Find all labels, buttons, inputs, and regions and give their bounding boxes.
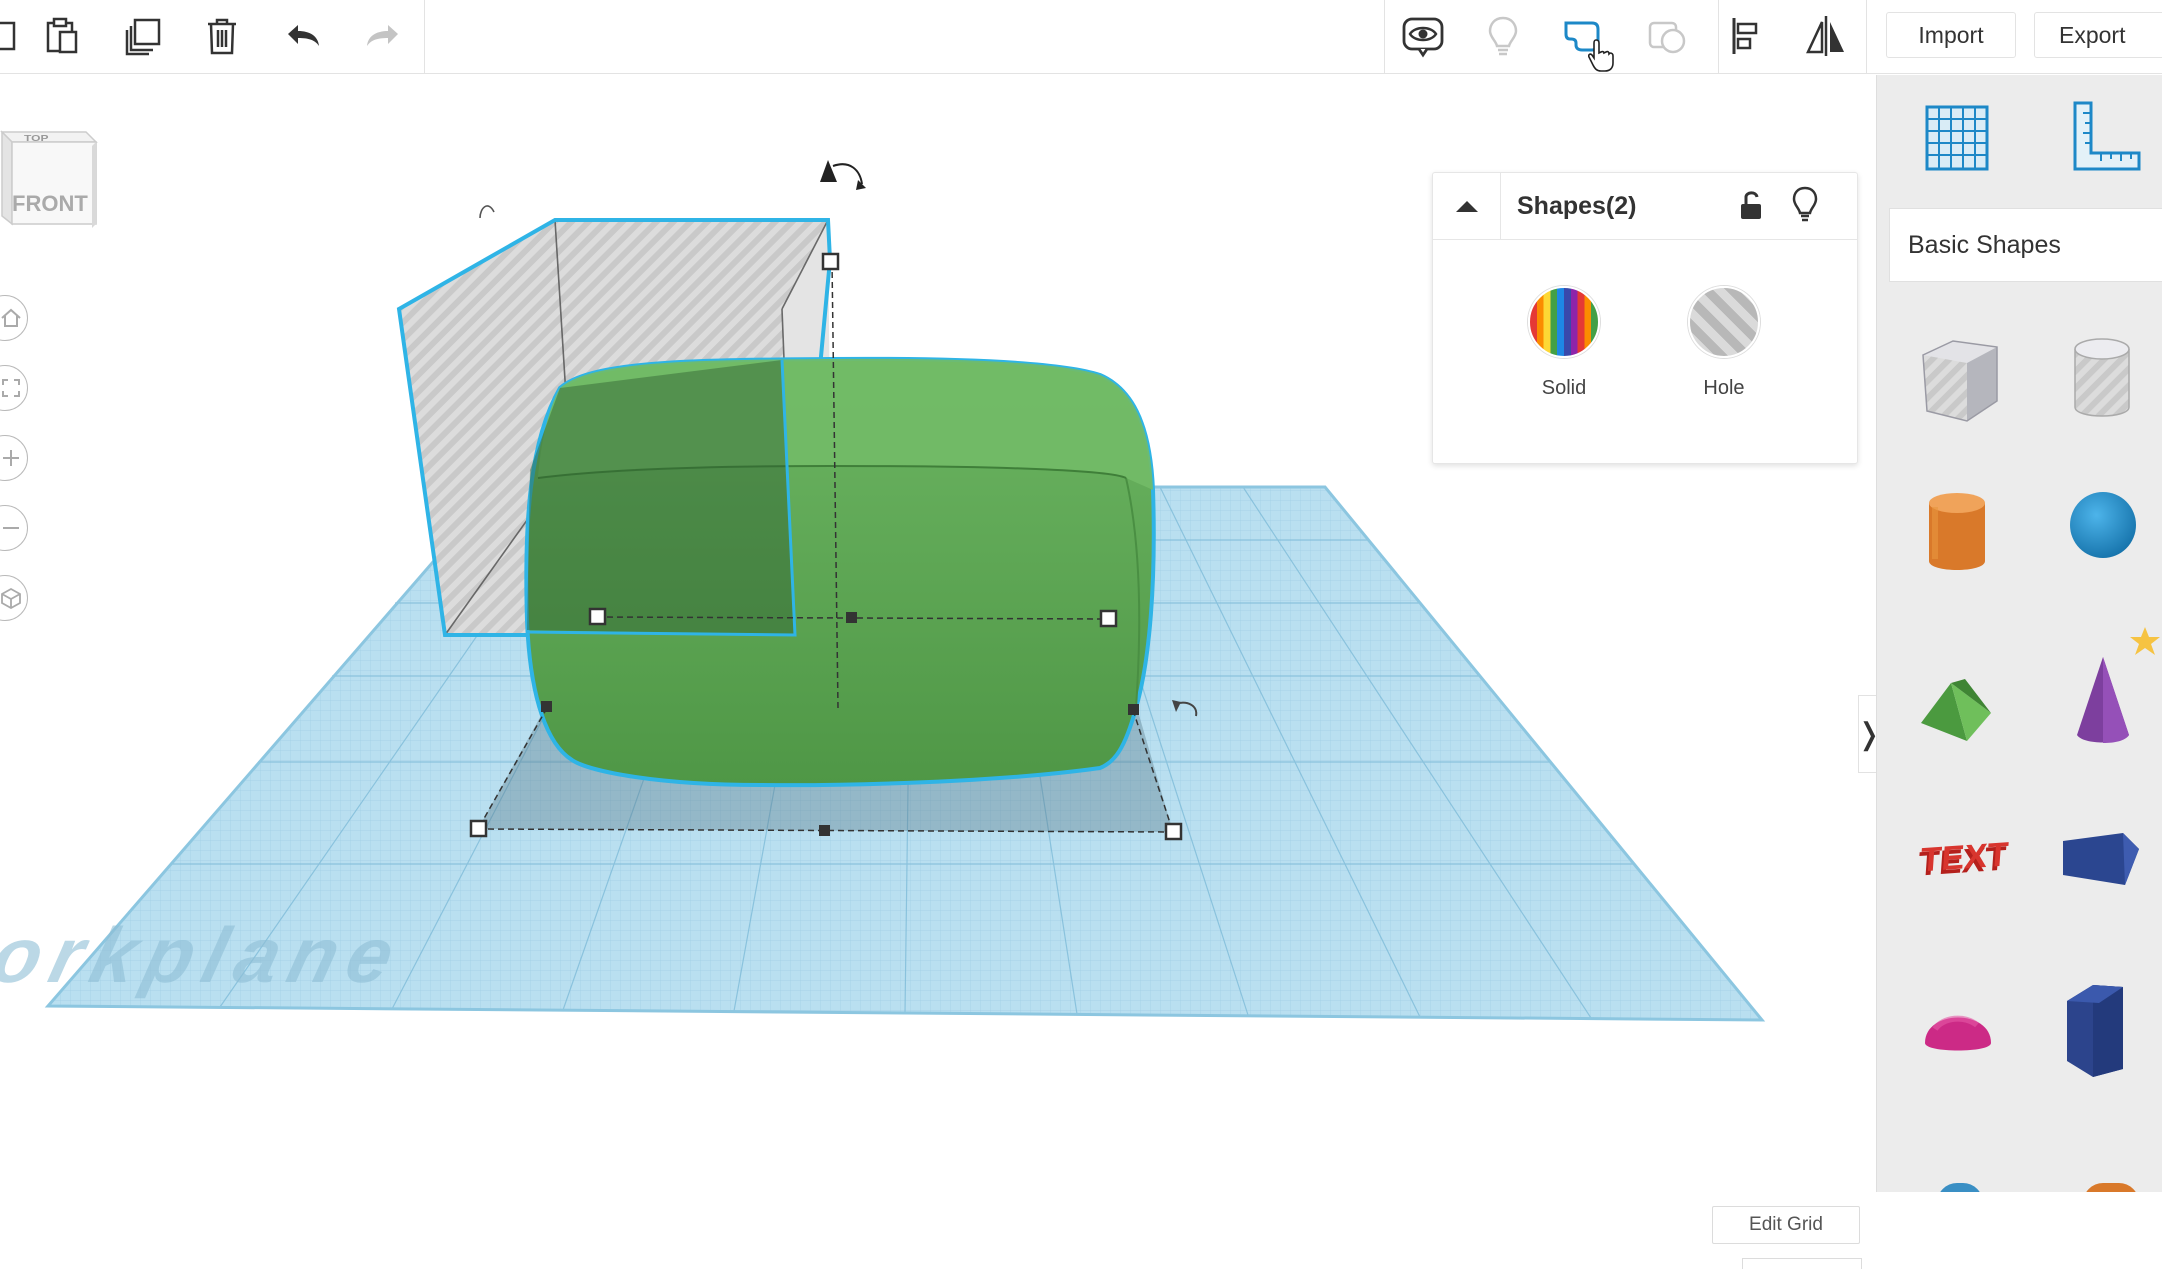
import-button[interactable]: Import — [1886, 12, 2016, 58]
svg-text:TEXT: TEXT — [1919, 836, 2009, 880]
collapse-panel-button[interactable] — [1433, 173, 1501, 239]
view-cube[interactable]: TOP FRONT — [0, 124, 102, 234]
shape-wedge[interactable] — [2053, 803, 2162, 913]
panel-title: Shapes(2) — [1517, 192, 1637, 220]
center-handle[interactable] — [846, 612, 857, 623]
wedge-icon — [2063, 833, 2139, 885]
rotate-arrow-icon[interactable] — [479, 205, 495, 219]
paste-icon — [46, 17, 78, 54]
chevron-up-icon — [1455, 201, 1478, 212]
shape-partial[interactable] — [2083, 1183, 2139, 1192]
text-shape-icon: TEXT TEXT — [1917, 836, 2010, 884]
edge-handle[interactable] — [1128, 704, 1139, 715]
resize-handle[interactable] — [1099, 609, 1118, 628]
toolbar-divider — [1384, 0, 1385, 74]
copy-icon — [0, 21, 16, 51]
lift-arrow-icon[interactable] — [820, 160, 837, 182]
plus-icon — [3, 450, 19, 466]
minus-icon — [3, 527, 19, 529]
edge-handle[interactable] — [541, 701, 552, 712]
hide-button[interactable] — [1475, 8, 1531, 64]
align-button[interactable] — [1720, 8, 1776, 64]
hole-overlap — [527, 360, 795, 635]
hole-cylinder-icon — [2074, 338, 2130, 417]
eye-bubble-icon — [1402, 17, 1444, 58]
cube-icon — [1, 587, 21, 609]
mirror-button[interactable] — [1798, 8, 1854, 64]
polygon-icon — [2067, 985, 2123, 1077]
shape-library: Basic Shapes TEXT TEXT — [1876, 75, 2162, 1192]
copy-button[interactable] — [0, 8, 30, 64]
align-icon — [1732, 18, 1758, 54]
lightbulb-icon[interactable] — [1787, 185, 1823, 223]
view-cube-top-label: TOP — [24, 133, 49, 143]
shape-half-sphere[interactable] — [1905, 973, 2015, 1083]
hole-button[interactable]: Hole — [1688, 286, 1760, 400]
favorite-star-icon[interactable] — [2127, 624, 2162, 660]
show-all-button[interactable] — [1395, 8, 1451, 64]
shape-partial[interactable] — [1937, 1183, 1983, 1192]
box-icon — [1922, 340, 1998, 422]
export-button[interactable]: Export — [2034, 12, 2162, 58]
undo-button[interactable] — [276, 8, 332, 64]
mouse-cursor-icon — [1588, 39, 1614, 72]
lightbulb-icon — [1488, 16, 1518, 56]
shape-polygon[interactable] — [2053, 973, 2162, 1083]
edit-grid-button[interactable]: Edit Grid — [1712, 1206, 1860, 1244]
toolbar-divider — [424, 0, 425, 74]
height-handle[interactable] — [821, 252, 840, 271]
trash-icon — [208, 18, 236, 55]
shape-cylinder[interactable] — [1905, 473, 2015, 583]
hole-label: Hole — [1703, 377, 1745, 399]
undo-icon — [288, 25, 319, 46]
solid-color-button[interactable]: Solid — [1528, 286, 1600, 400]
redo-button[interactable] — [354, 8, 410, 64]
delete-button[interactable] — [194, 8, 250, 64]
paste-button[interactable] — [34, 8, 90, 64]
duplicate-button[interactable] — [116, 8, 172, 64]
mirror-icon — [1806, 16, 1844, 56]
3d-viewport[interactable]: Workplane TOP FRONT Shapes(2) Solid Hole… — [0, 75, 1882, 1269]
unlock-icon[interactable] — [1733, 187, 1769, 223]
sphere-icon — [2070, 492, 2136, 558]
hole-swatch-icon — [1688, 286, 1760, 358]
ungroup-button[interactable] — [1639, 8, 1695, 64]
shape-category-select[interactable]: Basic Shapes — [1889, 208, 2162, 282]
toolbar-divider — [1718, 0, 1719, 74]
shape-text[interactable]: TEXT TEXT — [1915, 803, 2025, 913]
shape-inspector-panel: Shapes(2) Solid Hole — [1432, 172, 1858, 464]
workplane-tool-icon[interactable] — [1917, 97, 1999, 179]
home-icon — [1, 308, 21, 327]
main-toolbar: Import Export — [0, 0, 2162, 74]
resize-handle[interactable] — [1164, 822, 1183, 841]
duplicate-icon — [125, 18, 161, 56]
fit-icon — [2, 379, 20, 397]
redo-icon — [367, 25, 398, 46]
cylinder-icon — [1929, 493, 1985, 570]
ruler-tool-icon[interactable] — [2063, 97, 2145, 179]
shape-cylinder-hole[interactable] — [2043, 323, 2153, 433]
resize-handle[interactable] — [588, 607, 607, 626]
shape-roof[interactable] — [1905, 643, 2015, 753]
half-sphere-icon — [1925, 1015, 1991, 1051]
roof-icon — [1921, 679, 1991, 741]
edge-handle[interactable] — [819, 825, 830, 836]
view-cube-front-label: FRONT — [12, 191, 88, 216]
shape-box[interactable] — [1905, 323, 2015, 433]
ungroup-icon — [1648, 21, 1686, 54]
solid-label: Solid — [1541, 377, 1587, 399]
rainbow-swatch-icon — [1528, 286, 1600, 358]
snap-grid-control[interactable] — [1742, 1258, 1862, 1269]
shape-sphere[interactable] — [2043, 473, 2153, 583]
resize-handle[interactable] — [469, 819, 488, 838]
toolbar-divider — [1866, 0, 1867, 74]
panel-divider — [1433, 239, 1857, 240]
rotate-arrow-icon[interactable] — [832, 163, 863, 185]
